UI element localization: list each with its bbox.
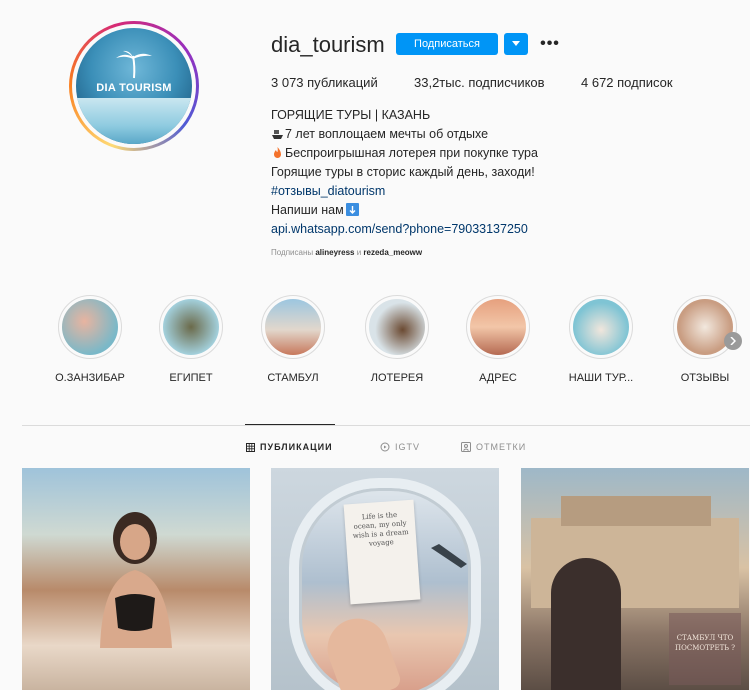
highlight-label: АДРЕС [479,372,517,384]
tab-igtv[interactable]: IGTV [380,442,420,452]
posts-count: 3 073 публикаций [271,75,378,90]
highlight-label: СТАМБУЛ [267,372,319,384]
palm-logo-icon [116,50,152,79]
bio-line: Беспроигрышная лотерея при покупке тура [271,144,538,163]
igtv-icon [380,442,390,452]
bio-line: Горящие туры в сторис каждый день, заход… [271,165,535,179]
suggested-accounts-button[interactable] [504,33,528,55]
follow-button[interactable]: Подписаться [396,33,498,55]
highlight-label: ЕГИПЕТ [169,372,213,384]
tab-tagged[interactable]: ОТМЕТКИ [461,442,526,452]
profile-avatar[interactable]: DIA TOURISM [69,21,199,151]
active-tab-indicator [245,424,335,425]
grid-icon [246,442,255,452]
profile-username: dia_tourism [271,32,385,57]
bio-hashtag-link[interactable]: #отзывы_diatourism [271,182,538,201]
followers-count[interactable]: 33,2тыс. подписчиков [414,75,545,90]
tabs-divider [22,425,750,426]
post-caption-overlay: СТАМБУЛ ЧТО ПОСМОТРЕТЬ ? [669,613,741,685]
highlight-zanzibar[interactable]: О.ЗАНЗИБАР [50,295,130,384]
highlight-lottery[interactable]: ЛОТЕРЕЯ [357,295,437,384]
highlight-istanbul[interactable]: СТАМБУЛ [253,295,333,384]
post-thumbnail[interactable]: Life is the ocean, my only wish is a dre… [271,468,499,690]
bio-line: Напиши нам [271,201,538,220]
bio-website-link[interactable]: api.whatsapp.com/send?phone=79033137250 [271,220,538,239]
tab-posts[interactable]: ПУБЛИКАЦИИ [246,442,333,452]
highlight-egypt[interactable]: ЕГИПЕТ [151,295,231,384]
post-thumbnail[interactable] [22,468,250,690]
highlights-next-button[interactable] [724,332,742,350]
more-options-icon[interactable]: ••• [538,33,562,55]
profile-bio: ГОРЯЩИЕ ТУРЫ | КАЗАНЬ 7 лет воплощаем ме… [271,106,538,239]
post-photo-person [100,512,172,648]
bio-line: 7 лет воплощаем мечты об отдыхе [271,125,538,144]
tag-person-icon [461,442,471,452]
chevron-down-icon [512,41,520,46]
highlight-label: ОТЗЫВЫ [680,372,730,384]
post-note-text: Life is the ocean, my only wish is a dre… [343,499,421,605]
avatar-brand-text: DIA TOURISM [96,82,172,94]
highlight-label: НАШИ ТУР... [568,372,634,384]
following-count[interactable]: 4 672 подписок [581,75,673,90]
airplane-wing-icon [431,544,467,568]
highlight-label: О.ЗАНЗИБАР [55,372,125,384]
highlight-address[interactable]: АДРЕС [458,295,538,384]
arrow-down-icon [345,203,359,216]
followed-by[interactable]: Подписаны alineyress и rezeda_meoww [271,248,422,257]
post-thumbnail[interactable]: СТАМБУЛ ЧТО ПОСМОТРЕТЬ ? [521,468,749,690]
bio-title: ГОРЯЩИЕ ТУРЫ | КАЗАНЬ [271,108,431,122]
highlight-label: ЛОТЕРЕЯ [370,372,424,384]
chevron-right-icon [730,337,736,345]
ship-icon [272,130,283,139]
highlight-tours[interactable]: НАШИ ТУР... [561,295,641,384]
fire-icon [274,147,281,158]
